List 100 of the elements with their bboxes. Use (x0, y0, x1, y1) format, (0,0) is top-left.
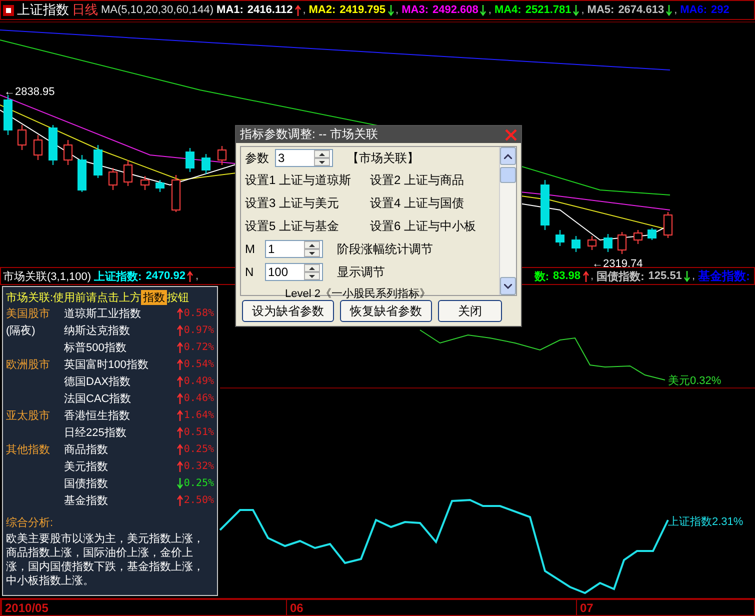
separator-text: , (692, 270, 695, 282)
index-change: 0.46% (184, 393, 214, 404)
dialog-button[interactable]: 恢复缺省参数 (340, 300, 432, 322)
param-label: 参数 (245, 150, 269, 166)
triangle-up-icon (319, 152, 325, 156)
triangle-up-icon (309, 244, 315, 246)
candlestick (140, 176, 150, 190)
period-label: 日线 (72, 1, 98, 19)
option-description: 显示调节 (337, 264, 385, 280)
indicator-heading: 【市场关联】 (347, 150, 419, 166)
panel-title-end: 按钮 (167, 291, 190, 305)
index-name: 德国DAX指数 (64, 375, 132, 389)
candlestick (156, 180, 164, 192)
candlestick (634, 230, 642, 244)
scrollbar[interactable] (499, 147, 516, 295)
chevron-up-icon[interactable] (504, 154, 512, 158)
dialog-button[interactable]: 设为缺省参数 (242, 300, 334, 322)
chart-title: 上证指数 (17, 1, 69, 19)
param-field[interactable]: 3 (275, 149, 333, 167)
market-group-name: 亚太股市 (6, 408, 51, 423)
value-text: 292 (711, 4, 730, 16)
candlestick (34, 134, 42, 160)
index-name: 道琼斯工业指数 (64, 306, 142, 321)
value-label: 上证指数: (94, 270, 142, 284)
spin-up-button[interactable] (314, 150, 330, 158)
value-label: MA4: (494, 4, 522, 16)
index-name: 英国富时100指数 (64, 358, 150, 372)
index-change: 0.54% (184, 359, 214, 370)
summary-text: 欧美主要股市以涨为主，美元指数上涨，商品指数上涨，国际油价上涨，金价上涨，国内国债指数下跌，基金指数上涨，中小板指数上涨。 (6, 532, 205, 588)
setting-text: 设置5 上证与基金 (245, 218, 340, 235)
index-change: 1.64% (184, 410, 214, 421)
index-change: 0.32% (184, 461, 214, 472)
candlestick (64, 140, 72, 166)
scrollbar-thumb[interactable] (500, 167, 516, 183)
candlestick (218, 146, 226, 166)
date-axis-label: 06 (290, 600, 304, 614)
value-label: MA5: (587, 4, 614, 16)
spin-up-button[interactable] (304, 241, 320, 249)
indicator-name: MA(5,10,20,30,60,144) (101, 4, 214, 16)
value-text: 2674.613 (618, 4, 664, 16)
index-name: 美元指数 (64, 460, 109, 474)
value-label: MA2: (308, 4, 336, 16)
candlestick (202, 154, 210, 174)
candlestick (4, 94, 12, 136)
triangle-down-icon (319, 160, 325, 164)
candlestick (556, 230, 564, 246)
value-label: MA3: (402, 4, 428, 16)
app-logo-icon (3, 4, 14, 16)
market-group-name: 其他指数 (6, 443, 51, 457)
summary-title: 综合分析: (6, 517, 54, 529)
value-label: MA1: (216, 4, 244, 16)
separator-text: , (396, 4, 399, 16)
dialog-button[interactable]: 关闭 (438, 300, 502, 322)
candlestick (124, 160, 132, 186)
candlestick (186, 148, 194, 172)
setting-text: 设置1 上证与道琼斯 (245, 172, 352, 189)
spin-down-button[interactable] (304, 272, 320, 280)
candlestick (588, 236, 596, 250)
separator-text: , (674, 4, 678, 16)
value-text: 83.98 (553, 270, 581, 282)
spin-down-button[interactable] (314, 158, 330, 166)
separator-text: , (195, 270, 199, 282)
index-tag[interactable]: 指数 (141, 290, 168, 305)
candlestick (108, 168, 118, 190)
value-text: 125.51 (648, 270, 682, 282)
index-name: 基金指数 (64, 494, 109, 508)
separator-text: , (302, 4, 306, 16)
candlestick (618, 232, 626, 254)
value-text: 2419.795 (340, 4, 386, 16)
usd-change-label: 美元0.32% (668, 374, 722, 388)
triangle-down-icon (309, 274, 315, 278)
candlestick (94, 144, 102, 178)
candlestick (18, 124, 26, 150)
panel-title: 市场关联:使用前请点击上方 (6, 290, 142, 305)
value-text: 2416.112 (247, 4, 293, 16)
index-name: 标普500指数 (64, 340, 128, 355)
index-name: 纳斯达克指数 (64, 324, 131, 338)
index-name: 法国CAC指数 (64, 392, 132, 406)
high-price-label: ←2838.95 (4, 86, 55, 98)
setting-text: 设置3 上证与美元 (245, 195, 340, 212)
setting-text: 设置4 上证与国债 (370, 195, 466, 212)
value-label: 数: (534, 270, 550, 284)
candlestick (48, 124, 58, 166)
option-description: 阶段涨幅统计调节 (337, 240, 433, 258)
value-text: 2521.781 (525, 4, 572, 16)
triangle-up-icon (309, 266, 315, 270)
index-change: 0.25% (184, 444, 214, 455)
index-change: 0.49% (184, 376, 214, 387)
index-change-label: 上证指数2.31% (668, 515, 744, 529)
chevron-down-icon[interactable] (504, 284, 512, 288)
spin-up-button[interactable] (304, 264, 320, 272)
low-price-label: ←2319.74 (592, 258, 643, 270)
setting-text: 设置6 上证与中小板 (370, 218, 478, 235)
spin-down-button[interactable] (304, 249, 320, 257)
option-field[interactable]: 1 (265, 240, 323, 258)
index-name: 香港恒生指数 (64, 408, 131, 423)
market-group-note: (隔夜) (6, 324, 36, 338)
triangle-down-icon (309, 252, 315, 254)
option-field[interactable]: 100 (265, 263, 323, 281)
separator-text: , (488, 4, 492, 16)
